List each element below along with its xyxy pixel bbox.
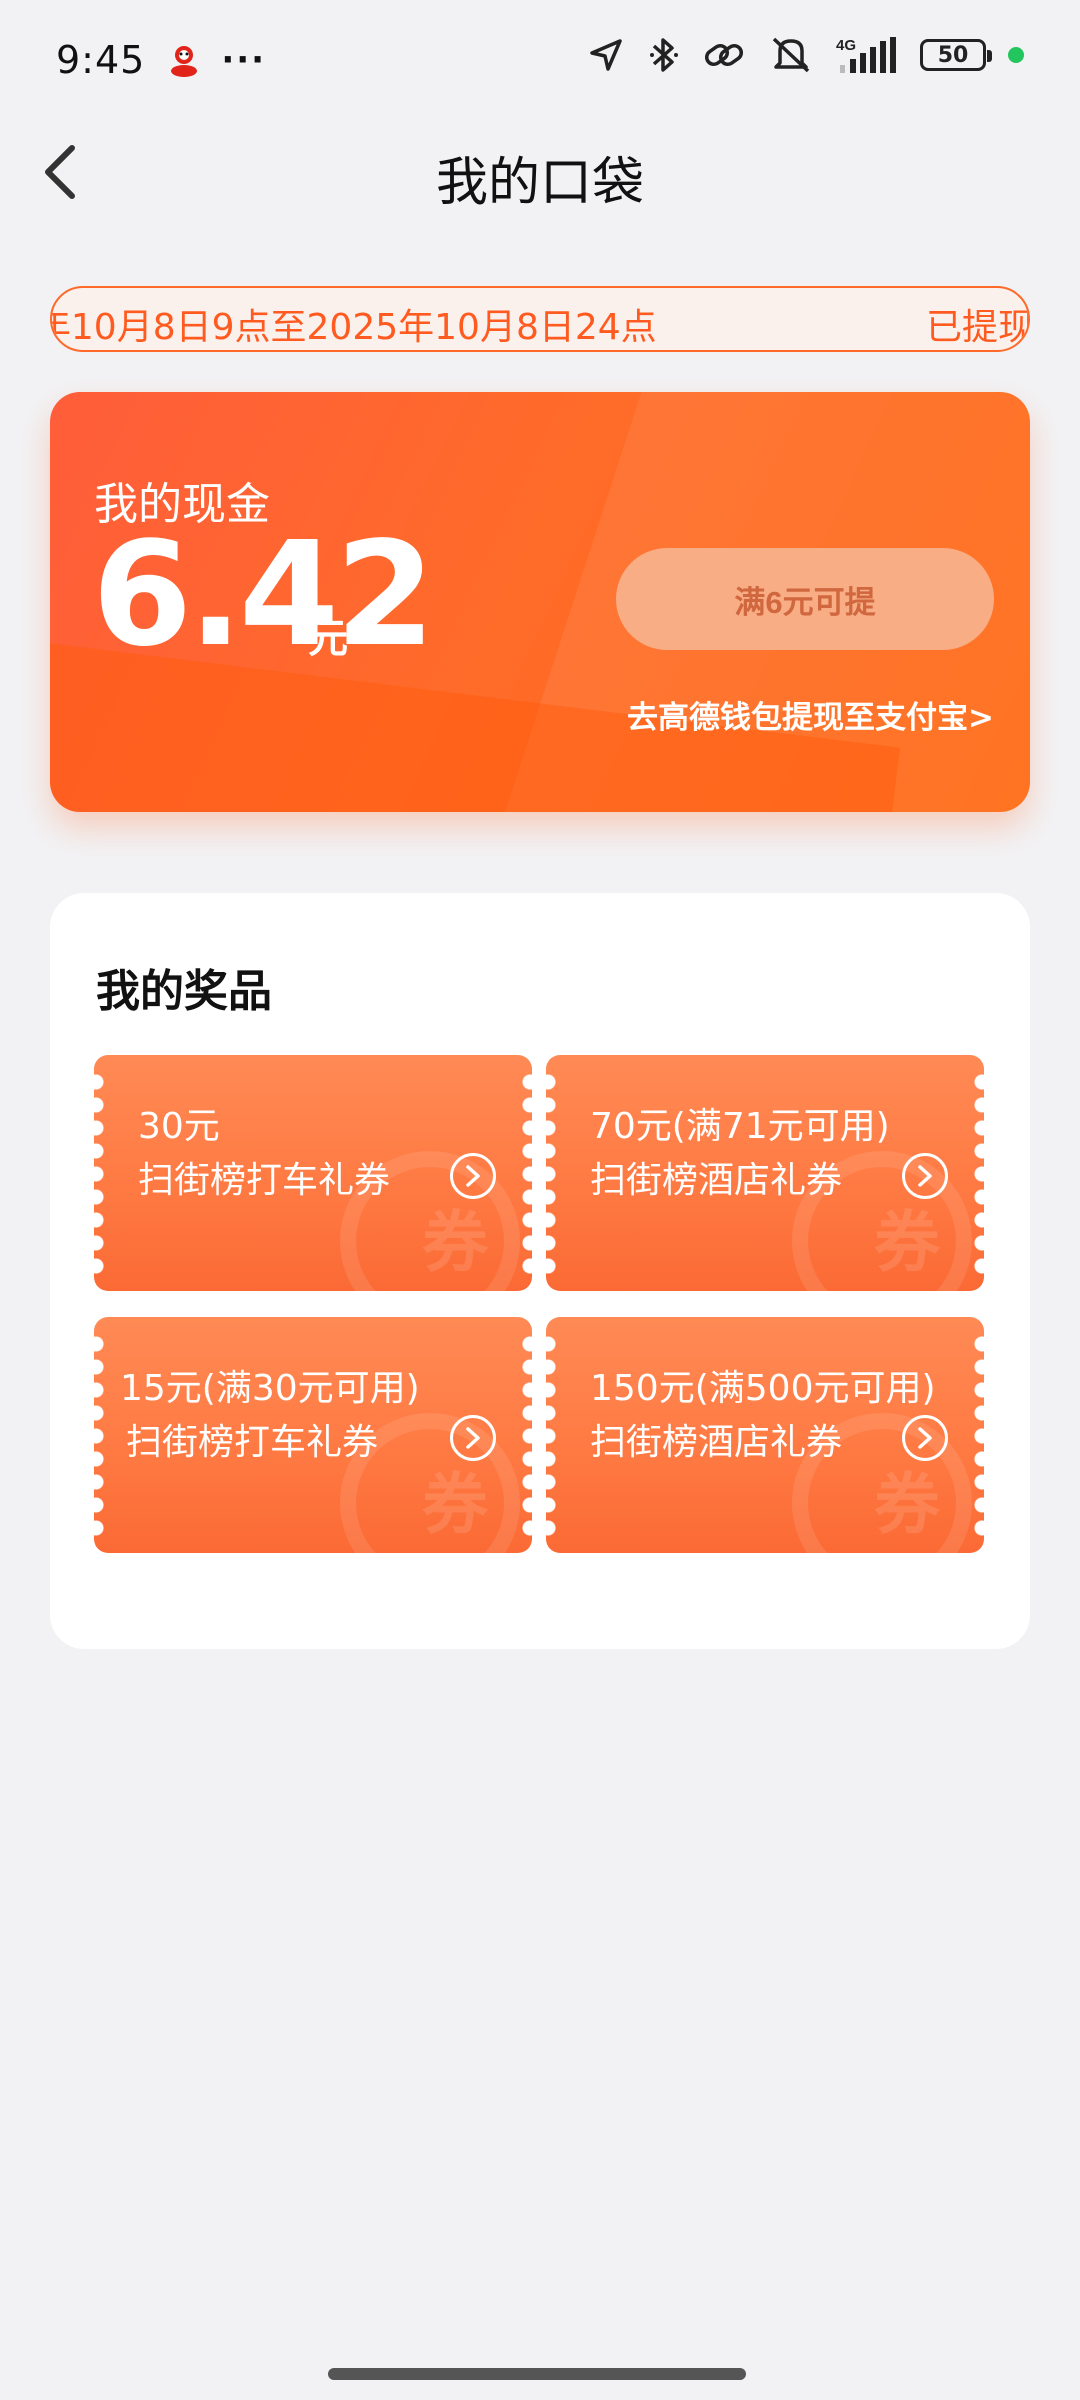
coupon-amount: 150元(满500元可用) xyxy=(590,1368,936,1409)
chevron-right-circle-icon[interactable] xyxy=(902,1415,948,1461)
status-bar: 9:45 ··· 4G 50 xyxy=(0,0,1080,120)
wallet-withdraw-link[interactable]: 去高德钱包提现至支付宝> xyxy=(627,692,994,737)
status-time: 9:45 xyxy=(56,38,146,82)
link-icon xyxy=(704,43,744,67)
coupon-watermark-char: 券 xyxy=(422,1204,488,1281)
marquee-text: 5年10月8日9点至2025年10月8日24点 xyxy=(50,307,657,348)
coupon-card[interactable]: 券 70元(满71元可用) 扫街榜酒店礼券 xyxy=(546,1055,984,1291)
location-icon xyxy=(590,39,622,71)
app-notification-icon xyxy=(171,46,198,77)
withdraw-record-marquee[interactable]: 5年10月8日9点至2025年10月8日24点 已提现 xyxy=(50,286,1030,352)
coupon-name: 扫街榜打车礼券 xyxy=(138,1160,391,1201)
chevron-right-circle-icon[interactable] xyxy=(450,1153,496,1199)
coupon-amount: 15元(满30元可用) xyxy=(120,1368,420,1409)
coupon-amount: 70元(满71元可用) xyxy=(590,1106,890,1147)
coupon-card[interactable]: 券 15元(满30元可用) 扫街榜打车礼券 xyxy=(94,1317,532,1553)
cash-amount: 6.42 xyxy=(92,510,435,678)
home-indicator[interactable] xyxy=(328,2368,746,2380)
svg-text:4G: 4G xyxy=(836,37,856,54)
signal-icon: 4G xyxy=(836,37,896,73)
coupon-name: 扫街榜酒店礼券 xyxy=(590,1160,843,1201)
nav-bar: 我的口袋 xyxy=(0,120,1080,220)
cash-card: 我的现金 6.42 元 满6元可提 去高德钱包提现至支付宝> xyxy=(50,392,1030,812)
mute-icon xyxy=(772,37,810,73)
prizes-panel: 我的奖品 券 30元 扫街榜打车礼券 券 70元(满71元可用) 扫街榜酒店礼券 xyxy=(50,893,1030,1649)
bluetooth-icon xyxy=(650,38,678,72)
prizes-title: 我的奖品 xyxy=(96,966,272,1017)
more-notifications-icon: ··· xyxy=(221,40,267,80)
coupon-card[interactable]: 券 30元 扫街榜打车礼券 xyxy=(94,1055,532,1291)
privacy-indicator-dot xyxy=(1008,47,1024,63)
cash-unit: 元 xyxy=(308,616,348,662)
page-title: 我的口袋 xyxy=(435,153,644,213)
coupon-card[interactable]: 券 150元(满500元可用) 扫街榜酒店礼券 xyxy=(546,1317,984,1553)
chevron-right-circle-icon[interactable] xyxy=(902,1153,948,1199)
pocket-page: 9:45 ··· 4G 50 我的口袋 5年10月8日9点至2025年10月8日… xyxy=(0,0,1080,2400)
coupon-name: 扫街榜打车礼券 xyxy=(126,1422,379,1463)
coupon-amount: 30元 xyxy=(138,1106,220,1147)
battery-icon: 50 xyxy=(920,39,992,71)
coupon-name: 扫街榜酒店礼券 xyxy=(590,1422,843,1463)
withdraw-button[interactable]: 满6元可提 xyxy=(616,548,994,650)
status-icons: 4G 50 xyxy=(586,34,1024,76)
coupon-watermark-char: 券 xyxy=(874,1466,940,1543)
chevron-right-circle-icon[interactable] xyxy=(450,1415,496,1461)
coupon-watermark-char: 券 xyxy=(422,1466,488,1543)
marquee-status: 已提现 xyxy=(925,307,1030,348)
coupon-watermark-char: 券 xyxy=(874,1204,940,1281)
